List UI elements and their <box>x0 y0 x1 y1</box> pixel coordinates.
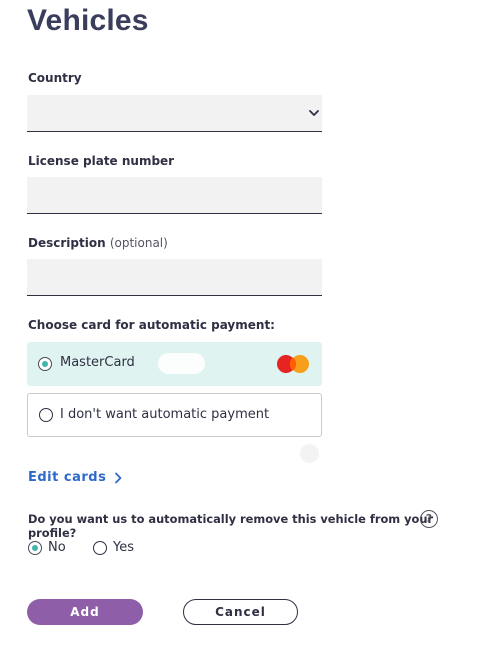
edit-cards-label: Edit cards <box>28 470 107 485</box>
cancel-button[interactable]: Cancel <box>183 599 298 625</box>
mastercard-logo-icon <box>277 355 309 373</box>
description-label-text: Description <box>28 236 106 250</box>
payment-heading: Choose card for automatic payment: <box>28 318 275 332</box>
page-title: Vehicles <box>27 4 149 37</box>
radio-no[interactable] <box>28 541 42 555</box>
plate-input[interactable] <box>27 177 322 214</box>
card-option-none[interactable]: I don't want automatic payment <box>27 393 322 437</box>
card-option-label: MasterCard <box>60 355 135 370</box>
chevron-down-icon <box>309 110 319 116</box>
card-option-label: I don't want automatic payment <box>60 407 270 422</box>
decorative-dot <box>300 444 319 463</box>
help-icon[interactable]: ? <box>420 510 438 528</box>
chevron-right-icon <box>115 472 122 483</box>
add-button[interactable]: Add <box>27 599 143 625</box>
radio-no-label: No <box>48 540 66 555</box>
radio-yes-label: Yes <box>113 540 134 555</box>
country-select[interactable] <box>27 95 322 132</box>
country-label: Country <box>28 71 82 85</box>
masked-card-number <box>158 353 205 374</box>
radio-no-auto-payment[interactable] <box>39 408 53 422</box>
auto-remove-question: Do you want us to automatically remove t… <box>28 512 434 540</box>
optional-tag: (optional) <box>109 236 168 250</box>
edit-cards-link[interactable]: Edit cards <box>28 470 123 485</box>
radio-mastercard[interactable] <box>38 357 52 371</box>
description-input[interactable] <box>27 259 322 296</box>
card-option-mastercard[interactable]: MasterCard <box>27 342 322 386</box>
plate-label: License plate number <box>28 154 175 168</box>
radio-yes[interactable] <box>93 541 107 555</box>
description-label: Description (optional) <box>28 236 168 250</box>
